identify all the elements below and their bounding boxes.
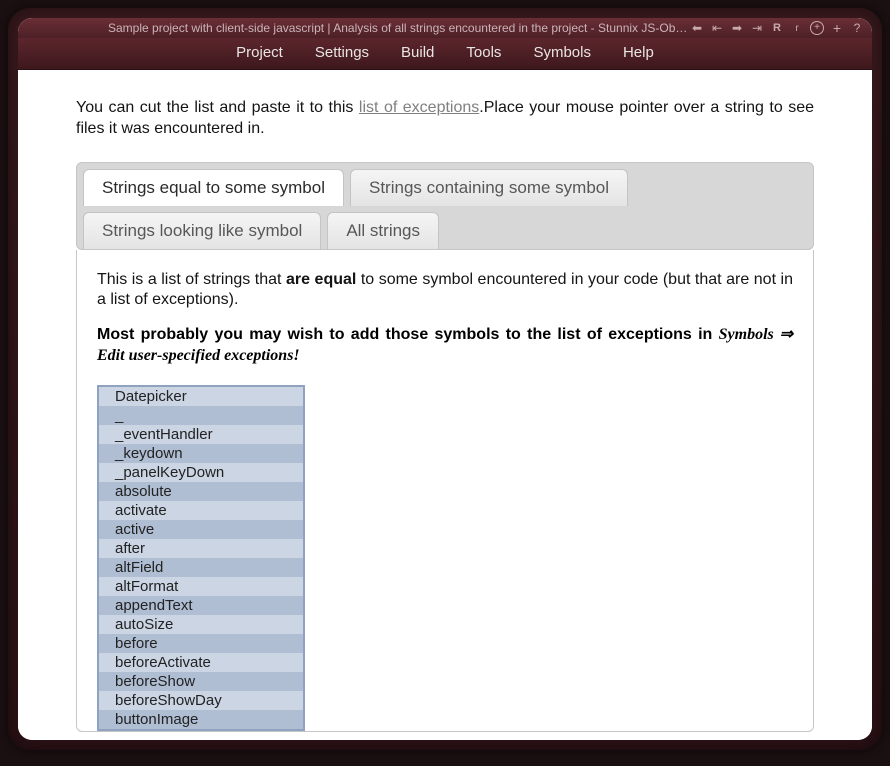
menu-build[interactable]: Build (401, 44, 434, 61)
list-item[interactable]: _panelKeyDown (99, 463, 303, 482)
list-item[interactable]: beforeShow (99, 672, 303, 691)
pipe-icon-1: ⇤ (710, 21, 724, 35)
list-item[interactable]: active (99, 520, 303, 539)
menubar: Project Settings Build Tools Symbols Hel… (18, 38, 872, 70)
back-icon[interactable]: ⬅ (690, 21, 704, 35)
exceptions-link[interactable]: list of exceptions (359, 99, 479, 116)
list-item[interactable]: altField (99, 558, 303, 577)
strings-list: Datepicker__eventHandler_keydown_panelKe… (97, 385, 305, 731)
list-item[interactable]: _keydown (99, 444, 303, 463)
reload-icon[interactable]: R (770, 21, 784, 35)
tab-strings-looking[interactable]: Strings looking like symbol (83, 212, 321, 249)
advice: Most probably you may wish to add those … (97, 325, 793, 367)
plus-icon[interactable]: + (830, 21, 844, 35)
tab-panel: This is a list of strings that are equal… (76, 250, 814, 732)
list-item[interactable]: appendText (99, 596, 303, 615)
menu-project[interactable]: Project (236, 44, 283, 61)
advice-lead: Most probably you may wish to add those … (97, 326, 719, 343)
menu-settings[interactable]: Settings (315, 44, 369, 61)
desc-bold: are equal (286, 271, 356, 288)
intro-prefix: You can cut the list and paste it to thi… (76, 99, 359, 116)
forward-icon[interactable]: ➡ (730, 21, 744, 35)
list-item[interactable]: after (99, 539, 303, 558)
list-item[interactable]: buttonImage (99, 710, 303, 729)
list-item[interactable]: altFormat (99, 577, 303, 596)
tab-all-strings[interactable]: All strings (327, 212, 439, 249)
description: This is a list of strings that are equal… (97, 270, 793, 312)
menu-help[interactable]: Help (623, 44, 654, 61)
list-item[interactable]: before (99, 634, 303, 653)
add-icon[interactable]: + (810, 21, 824, 35)
list-item[interactable]: beforeActivate (99, 653, 303, 672)
tab-strings-equal[interactable]: Strings equal to some symbol (83, 169, 344, 206)
desc-prefix: This is a list of strings that (97, 271, 286, 288)
window-title: Sample project with client-side javascri… (108, 21, 690, 35)
list-item[interactable]: autoSize (99, 615, 303, 634)
tabs-header: Strings equal to some symbol Strings con… (76, 162, 814, 250)
menu-symbols[interactable]: Symbols (533, 44, 591, 61)
list-item[interactable]: _eventHandler (99, 425, 303, 444)
menu-tools[interactable]: Tools (466, 44, 501, 61)
list-item[interactable]: _ (99, 406, 303, 425)
list-item[interactable]: activate (99, 501, 303, 520)
list-item[interactable]: absolute (99, 482, 303, 501)
pipe-icon-2: ⇥ (750, 21, 764, 35)
intro-paragraph: You can cut the list and paste it to thi… (76, 98, 814, 140)
tab-strings-containing[interactable]: Strings containing some symbol (350, 169, 628, 206)
titlebar: Sample project with client-side javascri… (18, 18, 872, 38)
list-item[interactable]: beforeShowDay (99, 691, 303, 710)
reload-icon-2[interactable]: r (790, 21, 804, 35)
list-item[interactable]: Datepicker (99, 387, 303, 406)
help-icon[interactable]: ? (850, 21, 864, 35)
content-area: You can cut the list and paste it to thi… (18, 70, 872, 740)
